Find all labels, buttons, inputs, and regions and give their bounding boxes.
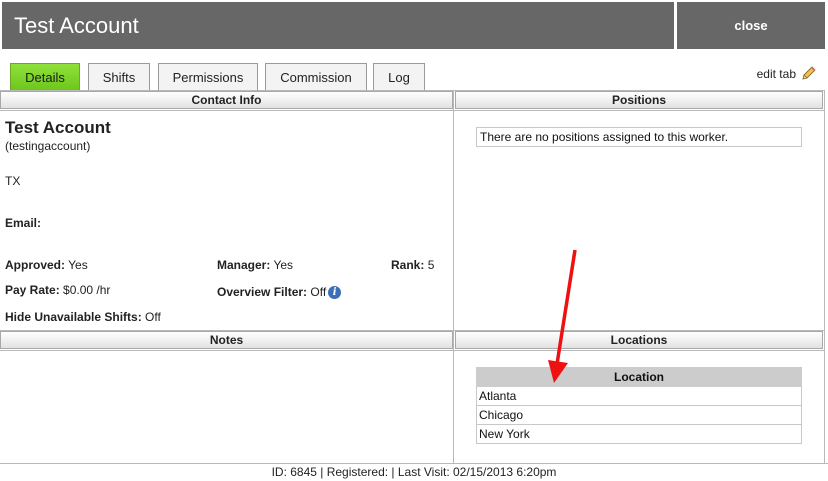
footer-status: ID: 6845 | Registered: | Last Visit: 02/… [0, 463, 828, 481]
red-arrow-annotation [548, 249, 577, 383]
arrow-head [548, 360, 568, 383]
arrow-shaft [555, 249, 577, 365]
